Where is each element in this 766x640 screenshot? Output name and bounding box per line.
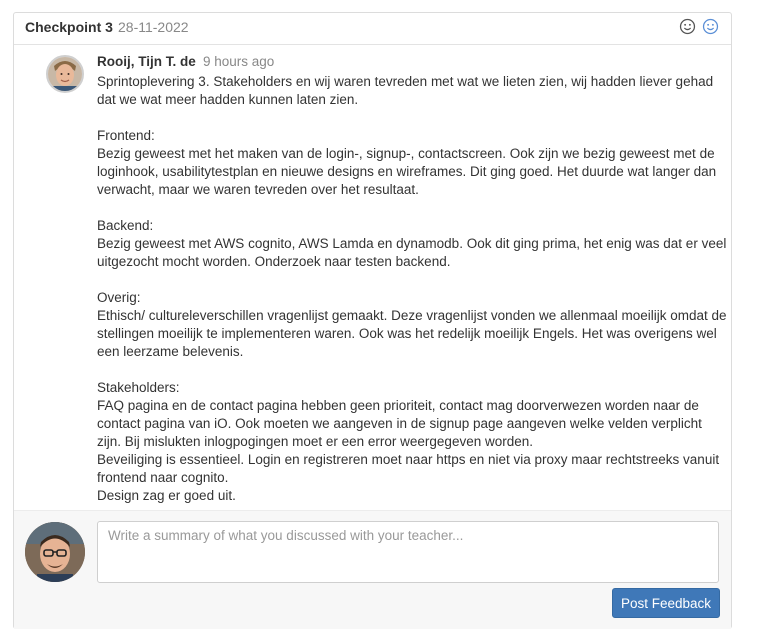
reply-section: Post Feedback <box>14 510 731 629</box>
summary-input[interactable] <box>97 521 719 583</box>
checkpoint-title: Checkpoint 3 <box>25 19 113 35</box>
author-avatar <box>46 55 84 93</box>
comment-author[interactable]: Rooij, Tijn T. de <box>97 54 196 69</box>
comment-time: 9 hours ago <box>203 54 275 69</box>
comment: Rooij, Tijn T. de 9 hours ago Sprintople… <box>14 45 731 510</box>
checkpoint-date: 28-11-2022 <box>118 19 189 35</box>
smiley-active-icon[interactable] <box>702 18 719 40</box>
panel-header: Checkpoint 3 28-11-2022 <box>14 13 731 45</box>
reaction-icons <box>679 18 719 40</box>
post-feedback-button[interactable]: Post Feedback <box>612 588 720 618</box>
current-user-avatar <box>25 522 85 582</box>
checkpoint-panel: Checkpoint 3 28-11-2022 Rooij, Tijn T. d… <box>13 12 732 629</box>
smiley-neutral-icon[interactable] <box>679 18 696 40</box>
comment-body: Sprintoplevering 3. Stakeholders en wij … <box>97 74 727 503</box>
